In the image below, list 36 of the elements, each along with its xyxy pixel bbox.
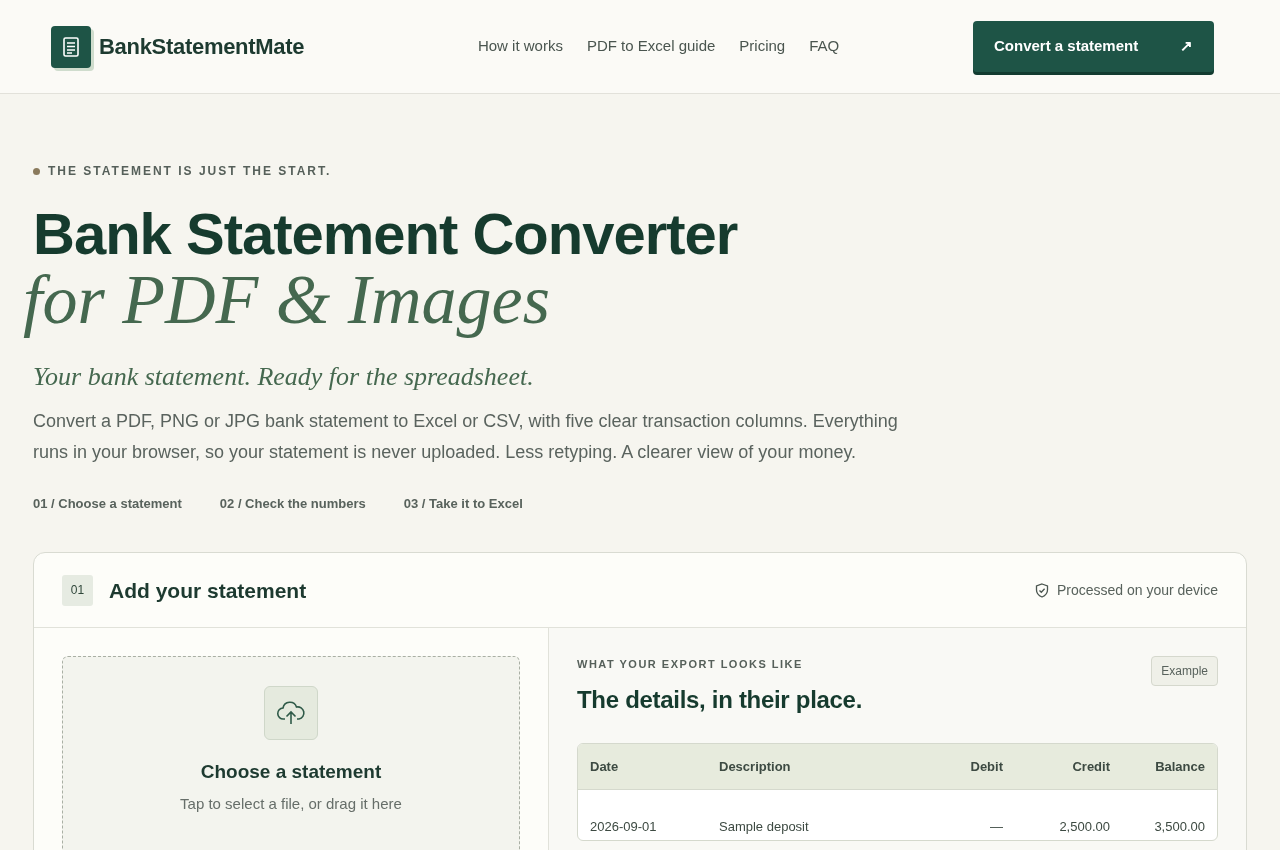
step-label: 01 / Choose a statement xyxy=(33,494,182,513)
eyebrow-text: THE STATEMENT IS JUST THE START. xyxy=(48,163,332,180)
step-number: 01 xyxy=(62,574,93,606)
shield-check-icon xyxy=(1034,582,1049,598)
drop-title: Choose a statement xyxy=(200,760,382,785)
nav-link[interactable]: FAQ xyxy=(809,35,840,58)
convert-button[interactable]: Convert a statement ↗ xyxy=(973,21,1214,72)
table-cell-text: — xyxy=(989,817,1003,836)
step-label: 03 / Take it to Excel xyxy=(403,494,523,513)
nav-link[interactable]: How it works xyxy=(477,35,563,58)
hero-title: Bank Statement Converter xyxy=(33,204,739,265)
preview-title: The details, in their place. xyxy=(577,685,863,716)
section-eyebrow: WHAT YOUR EXPORT LOOKS LIKE xyxy=(577,657,803,673)
column-header: Date xyxy=(589,758,620,777)
brand-name[interactable]: BankStatementMate xyxy=(99,30,305,63)
column-header: Credit xyxy=(1071,758,1110,777)
dot-icon xyxy=(33,167,40,175)
nav-link[interactable]: PDF to Excel guide xyxy=(586,35,716,58)
nav-link[interactable]: Pricing xyxy=(739,35,786,58)
step-label: 02 / Check the numbers xyxy=(219,494,366,513)
logo-icon[interactable] xyxy=(51,25,91,68)
column-header: Debit xyxy=(969,758,1003,777)
column-header: Balance xyxy=(1154,758,1206,777)
example-badge: Example xyxy=(1151,656,1218,687)
table-cell-text: 2026-09-01 xyxy=(589,817,658,836)
privacy-note: Processed on your device xyxy=(1056,580,1218,600)
upload-cloud-icon xyxy=(264,686,318,741)
table-cell-text: Sample deposit xyxy=(719,817,810,836)
table-cell-text: 2,500.00 xyxy=(1058,817,1110,836)
drop-zone[interactable]: Choose a statement Tap to select a file, or drag it here xyxy=(62,656,520,850)
description: Convert a PDF, PNG or JPG bank statement to Excel or CSV, with five clear transaction columns. Everything runs in your browser, so your statement is never uploaded. Less retyping. A clearer view of your money. xyxy=(33,409,899,464)
table-cell-text: 3,500.00 xyxy=(1153,817,1206,836)
column-header: Description xyxy=(719,758,792,777)
panel-title: Add your statement xyxy=(109,577,307,604)
drop-hint: Tap to select a file, or drag it here xyxy=(180,793,402,814)
tagline: Your bank statement. Ready for the spreadsheet. xyxy=(33,360,535,393)
